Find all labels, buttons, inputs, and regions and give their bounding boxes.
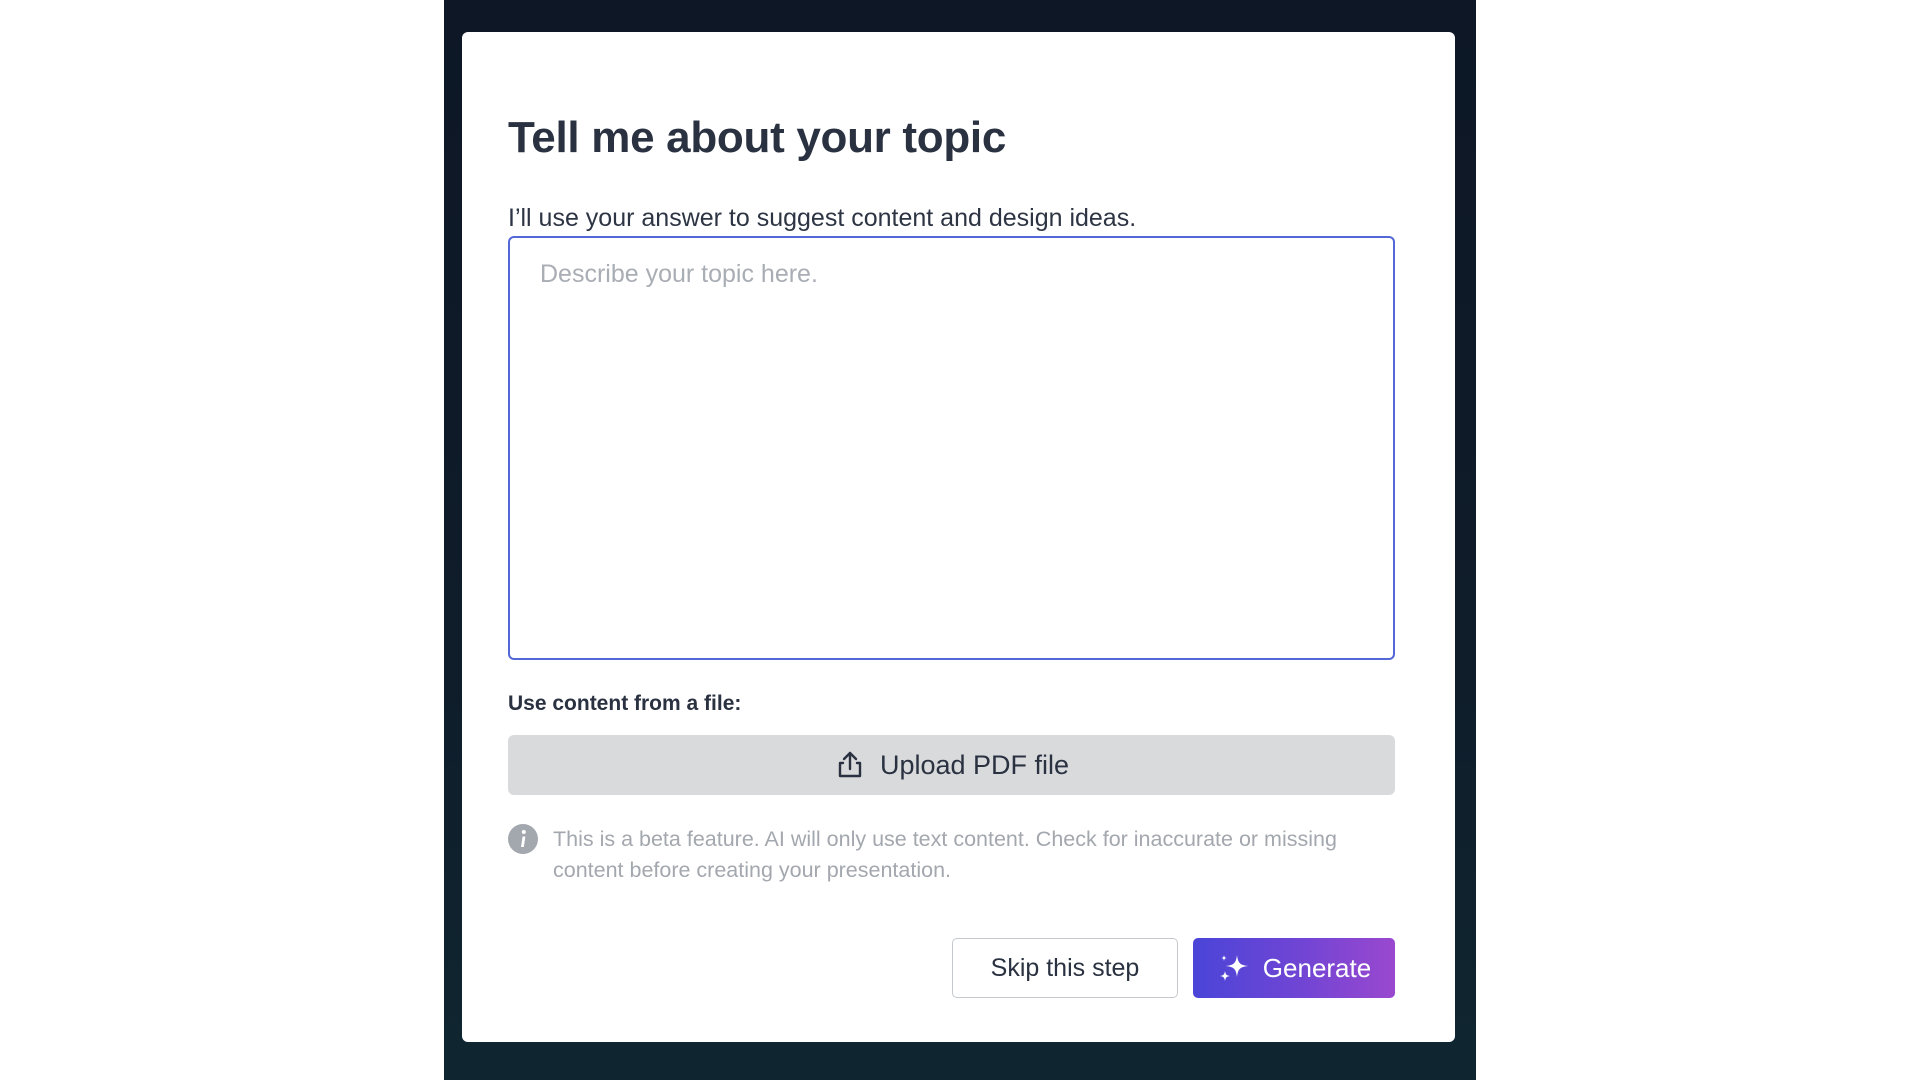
- skip-step-button[interactable]: Skip this step: [952, 938, 1178, 998]
- topic-dialog: Tell me about your topic I’ll use your a…: [462, 32, 1455, 1042]
- generate-button[interactable]: Generate: [1193, 938, 1395, 998]
- file-section-label: Use content from a file:: [508, 692, 742, 715]
- upload-icon: [834, 749, 866, 781]
- dialog-title: Tell me about your topic: [508, 113, 1007, 162]
- sparkle-icon: [1217, 951, 1251, 985]
- topic-description-input[interactable]: [508, 236, 1395, 660]
- info-icon: [508, 824, 538, 854]
- upload-pdf-label: Upload PDF file: [879, 749, 1070, 780]
- upload-pdf-button[interactable]: Upload PDF file: [508, 735, 1395, 795]
- beta-notice-text: This is a beta feature. AI will only use…: [553, 827, 1337, 882]
- beta-notice: This is a beta feature. AI will only use…: [508, 824, 1398, 886]
- dialog-subtitle: I’ll use your answer to suggest content …: [508, 204, 1137, 232]
- generate-label: Generate: [1262, 952, 1372, 983]
